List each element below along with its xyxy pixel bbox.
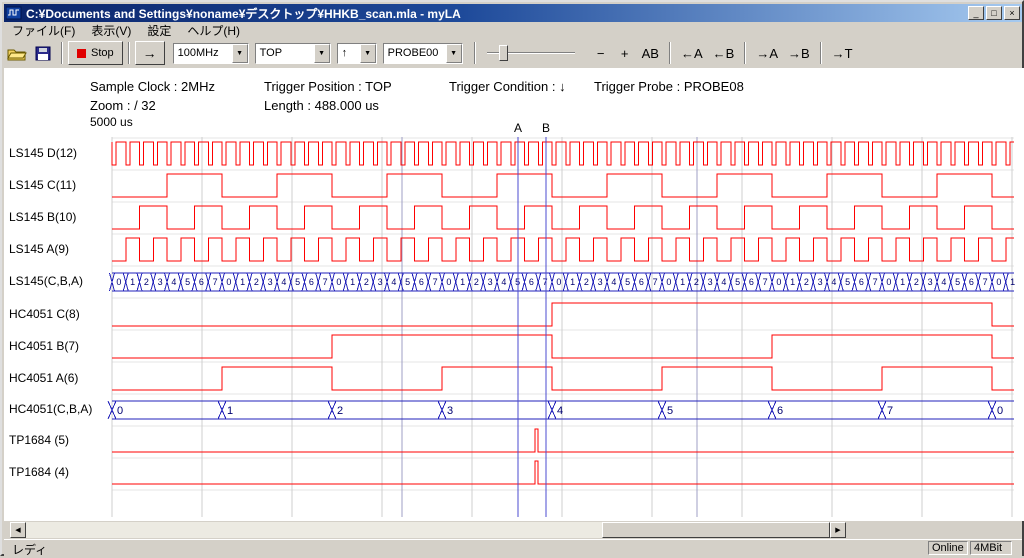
sample-rate-select[interactable]: 100MHz ▼ (173, 43, 249, 64)
window-controls: _ □ × (968, 6, 1020, 20)
zoom-info: Zoom : / 32 (90, 98, 156, 113)
status-memory-badge: 4MBit (970, 541, 1012, 555)
save-floppy-icon (35, 46, 51, 61)
status-ready-text: レディ (12, 541, 47, 558)
menu-help[interactable]: ヘルプ(H) (179, 22, 248, 39)
trigger-edge-select[interactable]: ↑ ▼ (337, 43, 377, 64)
slider-thumb[interactable] (499, 45, 508, 61)
menu-settings[interactable]: 設定 (139, 22, 179, 39)
single-run-button[interactable]: → (135, 41, 165, 65)
chevron-down-icon[interactable]: ▼ (232, 44, 248, 63)
trigger-position-info: Trigger Position : TOP (264, 79, 392, 94)
toolbar-separator (820, 42, 822, 64)
sample-clock-info: Sample Clock : 2MHz (90, 79, 215, 94)
stop-button[interactable]: Stop (68, 41, 123, 65)
zoom-out-button[interactable]: − (589, 41, 613, 65)
chevron-down-icon[interactable]: ▼ (314, 44, 330, 63)
toolbar-separator (744, 42, 746, 64)
toolbar-separator (128, 42, 130, 64)
time-division-label: 5000 us (90, 115, 133, 129)
close-button[interactable]: × (1004, 6, 1020, 20)
menu-file[interactable]: ファイル(F) (4, 22, 83, 39)
title-bar[interactable]: C:¥Documents and Settings¥noname¥デスクトップ¥… (4, 4, 1022, 22)
scrollbar-thumb[interactable] (602, 522, 830, 538)
open-folder-icon (7, 46, 27, 61)
menu-view[interactable]: 表示(V) (83, 22, 139, 39)
trigger-position-select[interactable]: TOP ▼ (255, 43, 331, 64)
trigger-position-value: TOP (256, 47, 314, 59)
sample-rate-value: 100MHz (174, 47, 232, 59)
toolbar-separator (669, 42, 671, 64)
scroll-strip: ◀ ▶ (4, 521, 1022, 539)
jump-b-left-button[interactable]: ←B (708, 41, 740, 65)
minimize-button[interactable]: _ (968, 6, 984, 20)
trigger-edge-value: ↑ (338, 47, 360, 59)
save-button[interactable] (30, 41, 56, 65)
stop-label: Stop (91, 47, 114, 59)
open-button[interactable] (4, 41, 30, 65)
cursor-ab-button[interactable]: AB (637, 41, 664, 65)
window-title: C:¥Documents and Settings¥noname¥デスクトップ¥… (26, 5, 968, 22)
maximize-button[interactable]: □ (986, 6, 1002, 20)
toolbar: Stop → 100MHz ▼ TOP ▼ ↑ ▼ PROBE00 ▼ − + … (4, 38, 1022, 68)
jump-a-right-button[interactable]: →A (751, 41, 783, 65)
jump-trigger-button[interactable]: →T (827, 41, 858, 65)
scroll-right-arrow-icon[interactable]: ▶ (830, 522, 846, 538)
probe-select[interactable]: PROBE00 ▼ (383, 43, 463, 64)
probe-value: PROBE00 (384, 47, 446, 59)
jump-a-left-button[interactable]: ←A (676, 41, 708, 65)
app-window: C:¥Documents and Settings¥noname¥デスクトップ¥… (0, 0, 1024, 556)
chevron-down-icon[interactable]: ▼ (446, 44, 462, 63)
jump-b-right-button[interactable]: →B (783, 41, 815, 65)
zoom-in-button[interactable]: + (613, 41, 637, 65)
app-icon (6, 6, 22, 20)
status-online-badge: Online (928, 541, 968, 555)
toolbar-separator (61, 42, 63, 64)
chevron-down-icon[interactable]: ▼ (360, 44, 376, 63)
trigger-condition-info: Trigger Condition : ↓ (449, 79, 566, 94)
trigger-probe-info: Trigger Probe : PROBE08 (594, 79, 744, 94)
waveform-panel[interactable]: Sample Clock : 2MHz Trigger Position : T… (4, 68, 1024, 521)
length-info: Length : 488.000 us (264, 98, 379, 113)
zoom-slider[interactable] (485, 44, 577, 62)
stop-icon (77, 49, 86, 58)
menu-bar: ファイル(F) 表示(V) 設定 ヘルプ(H) (4, 22, 1022, 38)
status-bar: レディ Online 4MBit (4, 539, 1022, 556)
horizontal-scrollbar[interactable]: ◀ ▶ (10, 522, 846, 538)
scroll-left-arrow-icon[interactable]: ◀ (10, 522, 26, 538)
toolbar-separator (474, 42, 476, 64)
